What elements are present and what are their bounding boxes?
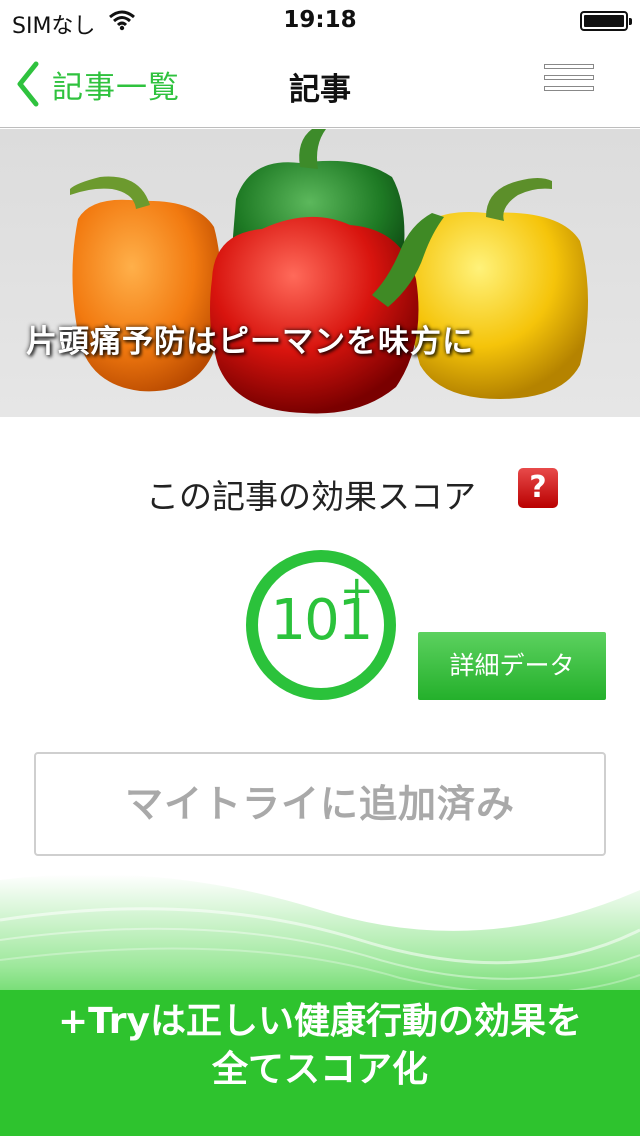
banner-line-2: 全てスコア化	[211, 1049, 428, 1090]
added-to-mytry-button[interactable]: マイトライに追加済み	[34, 752, 606, 856]
score-plus-sign: +	[340, 568, 374, 614]
hero-image	[0, 129, 640, 417]
banner-text: +Tryは正しい健康行動の効果を 全てスコア化	[0, 998, 640, 1094]
bell-peppers-illustration	[70, 129, 588, 414]
battery-icon	[580, 11, 632, 31]
article-title: 片頭痛予防はピーマンを味方に	[26, 324, 474, 360]
help-icon[interactable]: ?	[518, 468, 558, 508]
navigation-bar: 記事一覧 記事	[0, 40, 640, 128]
status-bar: SIMなし 19:18	[0, 0, 640, 40]
banner-line-1: +Tryは正しい健康行動の効果を	[58, 1001, 582, 1042]
effect-score-label: この記事の効果スコア	[146, 477, 476, 516]
status-time: 19:18	[283, 7, 357, 33]
detail-data-button[interactable]: 詳細データ	[418, 632, 606, 700]
menu-icon[interactable]	[544, 64, 594, 104]
